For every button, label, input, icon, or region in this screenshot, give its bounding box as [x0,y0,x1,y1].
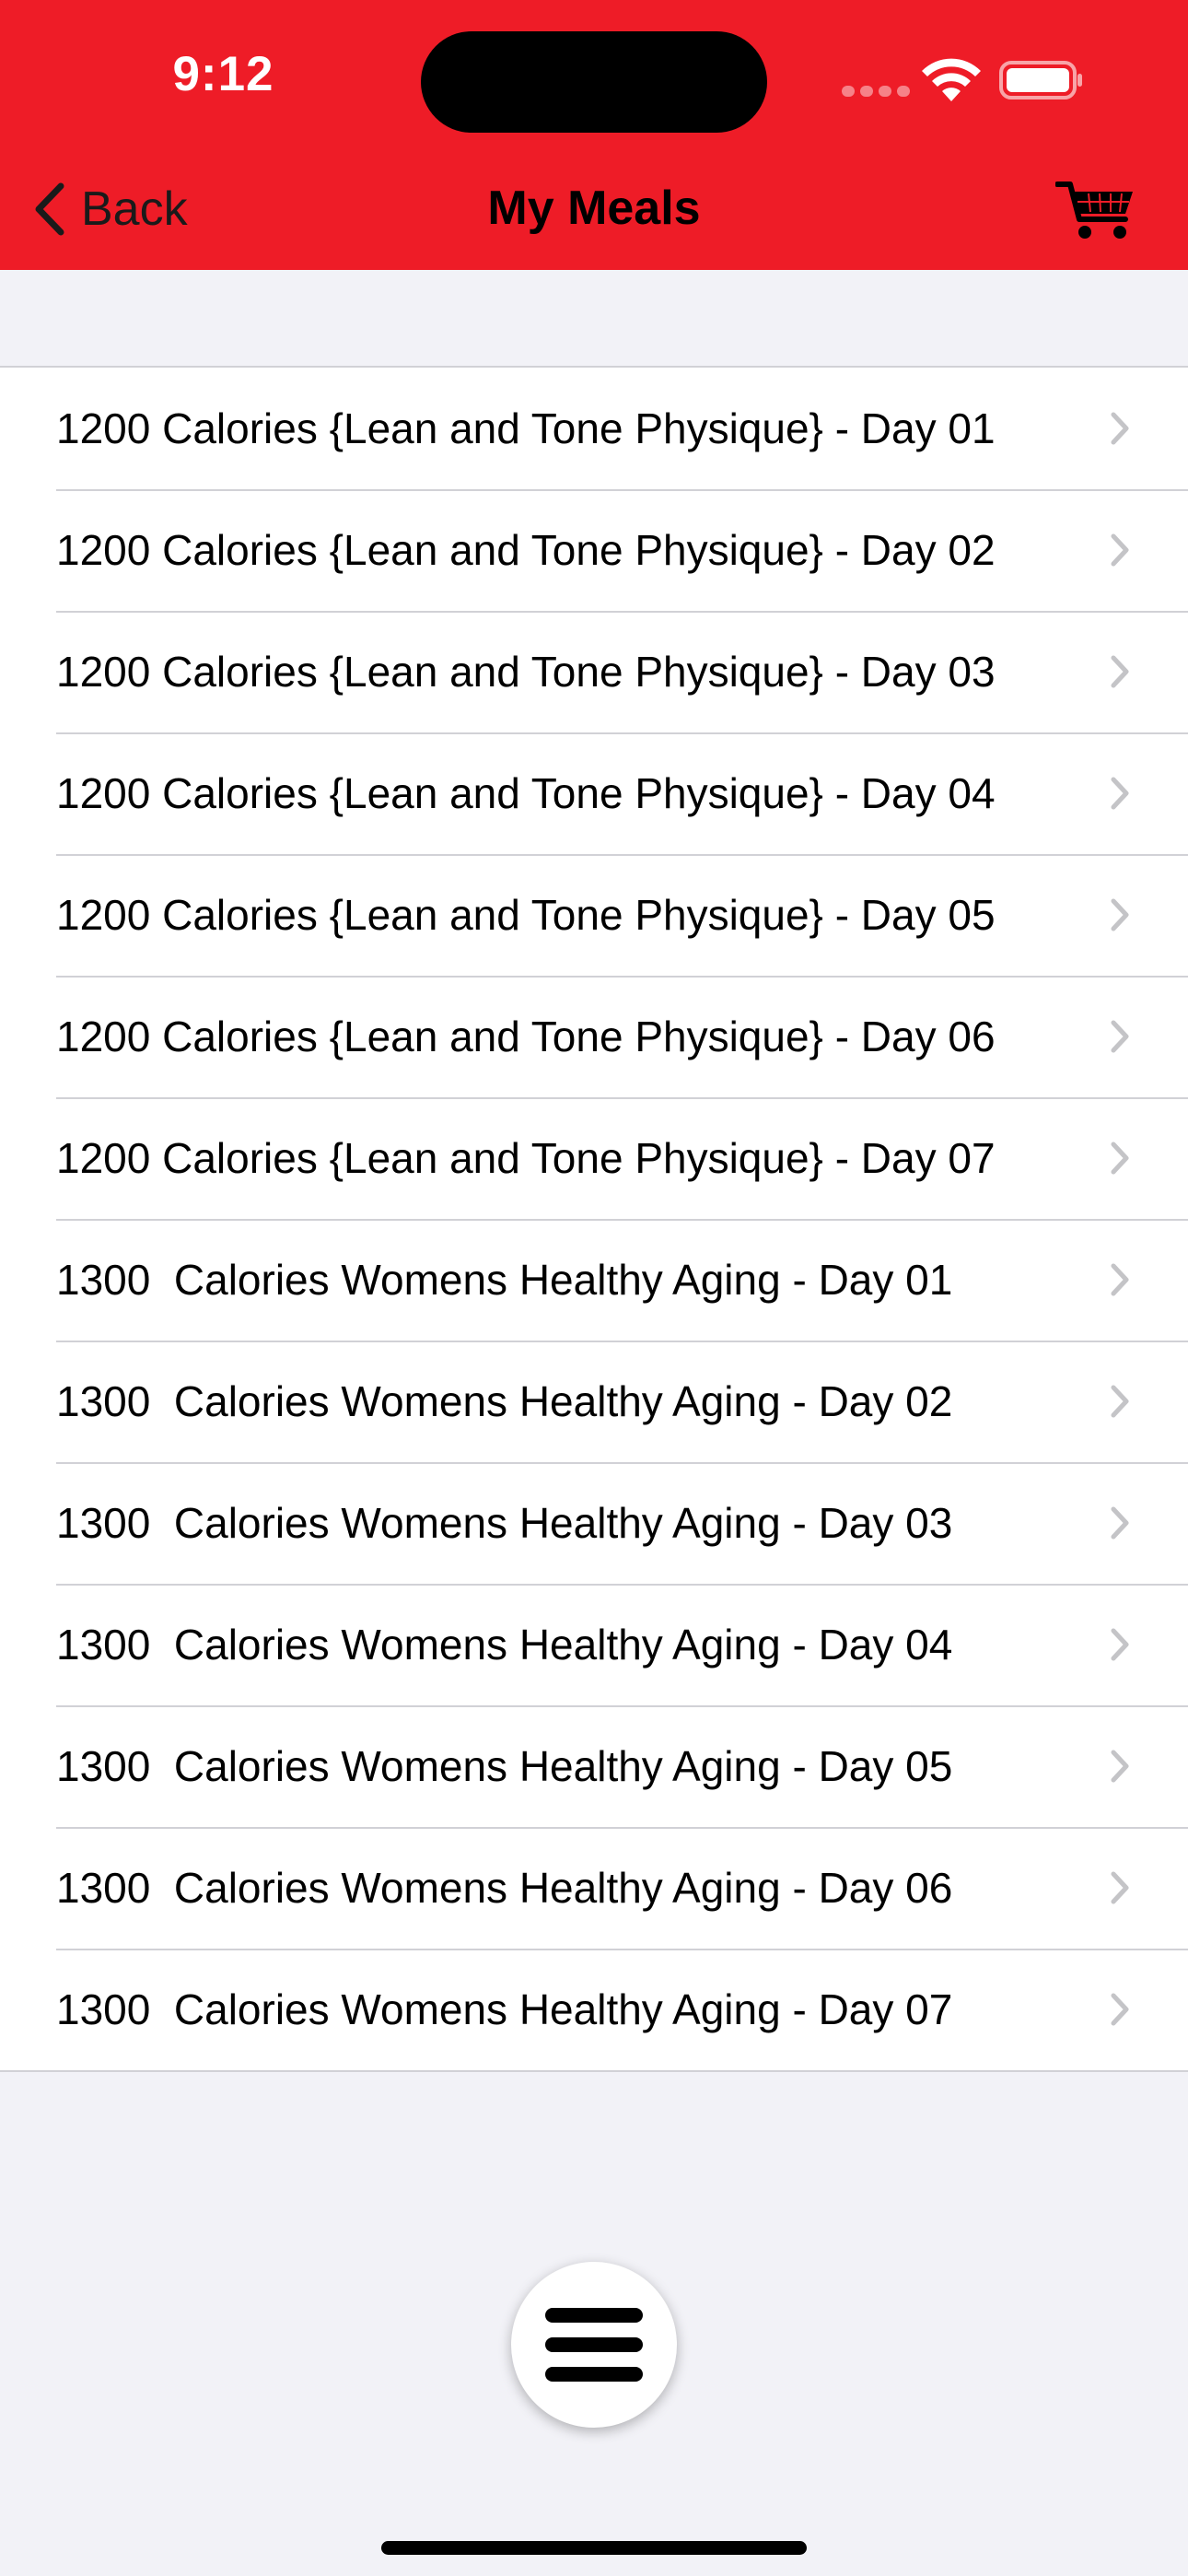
meal-row-label: 1300 Calories Womens Healthy Aging - Day… [56,1256,953,1304]
meal-row[interactable]: 1300 Calories Womens Healthy Aging - Day… [0,1341,1188,1462]
meals-list: 1200 Calories {Lean and Tone Physique} -… [0,366,1188,2072]
chevron-right-icon [1111,898,1129,931]
meal-row[interactable]: 1200 Calories {Lean and Tone Physique} -… [0,611,1188,732]
navigation-header: 9:12 Back My Meals [0,0,1188,270]
meal-row-label: 1200 Calories {Lean and Tone Physique} -… [56,404,996,452]
meal-row-label: 1200 Calories {Lean and Tone Physique} -… [56,526,996,574]
chevron-right-icon [1111,777,1129,810]
back-label: Back [81,182,188,236]
chevron-right-icon [1111,1993,1129,2026]
meal-row-label: 1300 Calories Womens Healthy Aging - Day… [56,1377,953,1425]
meal-row[interactable]: 1200 Calories {Lean and Tone Physique} -… [0,368,1188,489]
meal-row[interactable]: 1200 Calories {Lean and Tone Physique} -… [0,489,1188,611]
cellular-signal-icon [842,86,910,97]
meal-row-label: 1200 Calories {Lean and Tone Physique} -… [56,891,996,939]
dynamic-island [421,31,767,133]
chevron-right-icon [1111,1142,1129,1175]
chevron-right-icon [1111,412,1129,445]
meal-row-label: 1200 Calories {Lean and Tone Physique} -… [56,648,996,696]
meal-row-label: 1300 Calories Womens Healthy Aging - Day… [56,1621,953,1669]
chevron-right-icon [1111,1750,1129,1783]
meal-row[interactable]: 1300 Calories Womens Healthy Aging - Day… [0,1462,1188,1584]
meal-row[interactable]: 1300 Calories Womens Healthy Aging - Day… [0,1219,1188,1341]
meal-row[interactable]: 1300 Calories Womens Healthy Aging - Day… [0,1827,1188,1949]
meal-row[interactable]: 1200 Calories {Lean and Tone Physique} -… [0,732,1188,854]
page-title: My Meals [487,181,701,235]
meal-row[interactable]: 1200 Calories {Lean and Tone Physique} -… [0,854,1188,976]
back-button[interactable]: Back [31,175,188,243]
meal-row[interactable]: 1200 Calories {Lean and Tone Physique} -… [0,976,1188,1097]
meal-row[interactable]: 1300 Calories Womens Healthy Aging - Day… [0,1584,1188,1705]
battery-icon [999,61,1082,100]
meal-row-label: 1300 Calories Womens Healthy Aging - Day… [56,1864,953,1912]
meal-row-label: 1200 Calories {Lean and Tone Physique} -… [56,1013,996,1060]
chevron-right-icon [1111,1263,1129,1296]
meal-row[interactable]: 1300 Calories Womens Healthy Aging - Day… [0,1705,1188,1827]
hamburger-menu-icon [545,2308,643,2382]
chevron-right-icon [1111,533,1129,567]
wifi-icon [922,58,981,101]
chevron-right-icon [1111,1871,1129,1904]
chevron-right-icon [1111,1506,1129,1540]
meal-row[interactable]: 1200 Calories {Lean and Tone Physique} -… [0,1097,1188,1219]
menu-button[interactable] [511,2262,677,2428]
meal-row-label: 1300 Calories Womens Healthy Aging - Day… [56,1742,953,1790]
chevron-right-icon [1111,655,1129,688]
chevron-right-icon [1111,1628,1129,1661]
chevron-right-icon [1111,1385,1129,1418]
chevron-right-icon [1111,1020,1129,1053]
cart-icon[interactable] [1055,177,1136,241]
meal-row-label: 1200 Calories {Lean and Tone Physique} -… [56,769,996,817]
status-time: 9:12 [172,47,274,101]
meal-row-label: 1200 Calories {Lean and Tone Physique} -… [56,1134,996,1182]
meal-row-label: 1300 Calories Womens Healthy Aging - Day… [56,1499,953,1547]
home-indicator [381,2541,807,2555]
meal-row-label: 1300 Calories Womens Healthy Aging - Day… [56,1985,953,2033]
meal-row[interactable]: 1300 Calories Womens Healthy Aging - Day… [0,1949,1188,2070]
chevron-left-icon [35,182,64,236]
